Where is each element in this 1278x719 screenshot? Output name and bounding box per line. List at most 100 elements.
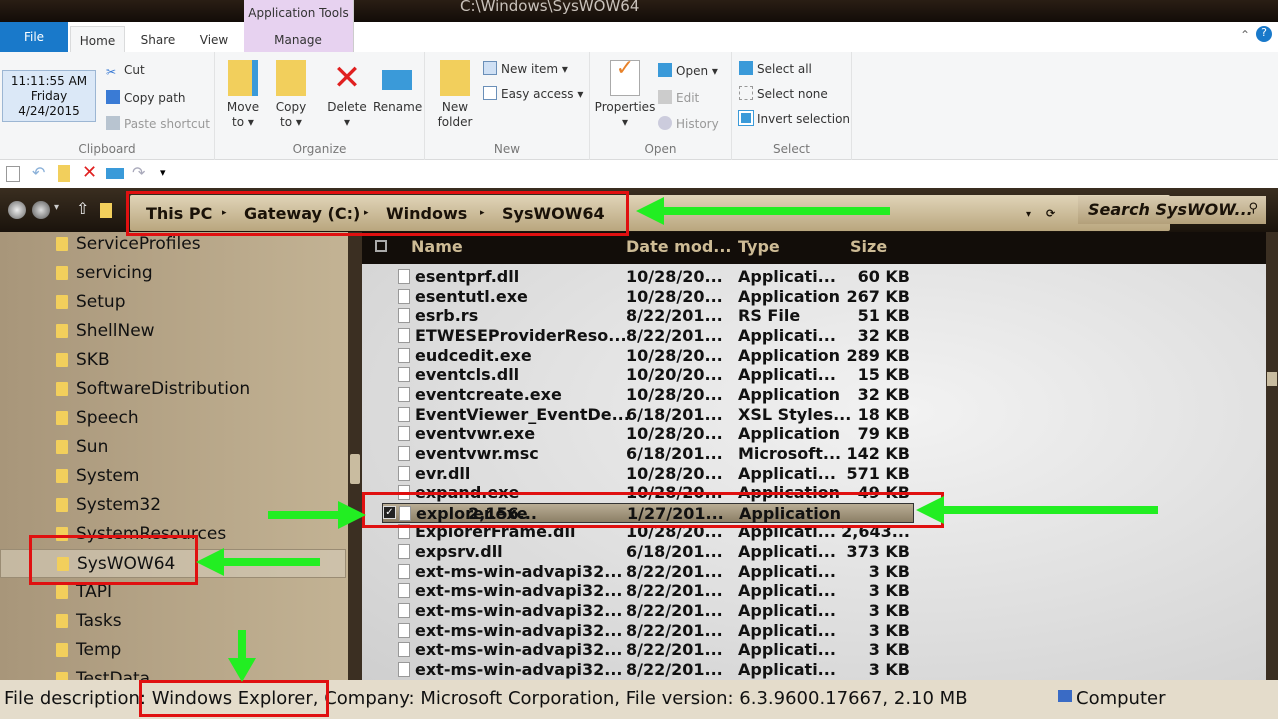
redo-icon[interactable]: ↷ (132, 163, 145, 182)
recent-dropdown-icon[interactable]: ▾ (54, 202, 59, 213)
properties-qat-icon[interactable] (6, 166, 20, 182)
up-arrow-icon[interactable]: ⇧ (76, 199, 89, 218)
tab-home[interactable]: Home (70, 26, 125, 52)
nav-item[interactable]: Sun (0, 433, 346, 462)
file-row[interactable]: ext-ms-win-advapi32... 8/22/201... Applica… (362, 601, 1266, 621)
search-icon[interactable]: ⚲ (1248, 201, 1258, 216)
nav-scroll-thumb[interactable] (350, 454, 360, 484)
nav-item[interactable]: ShellNew (0, 317, 346, 346)
file-row[interactable]: evr.dll 10/28/20... Applicati... 571 KB (362, 464, 1266, 484)
file-row[interactable]: eventcls.dll 10/20/20... Applicati... 15 KB (362, 365, 1266, 385)
list-scroll-thumb[interactable] (1267, 372, 1277, 386)
file-row[interactable]: EventViewer_EventDe... 6/18/201... XSL Sty… (362, 405, 1266, 425)
new-folder-qat-icon[interactable] (58, 165, 70, 182)
paste-shortcut-button[interactable]: Paste shortcut (106, 116, 210, 131)
undo-icon[interactable]: ↶ (32, 163, 45, 182)
nav-item[interactable]: Tasks (0, 607, 346, 636)
customize-qat-icon[interactable]: ▾ (160, 166, 166, 179)
tab-share[interactable]: Share (138, 26, 178, 52)
new-folder-button[interactable]: New folder (433, 60, 477, 130)
refresh-icon[interactable]: ⟳ (1046, 207, 1055, 220)
forward-icon[interactable] (32, 201, 50, 219)
column-date[interactable]: Date mod... (626, 237, 732, 256)
file-size: 3 KB (868, 561, 910, 581)
properties-icon: ✓ (610, 58, 640, 96)
file-row[interactable]: ext-ms-win-advapi32... 8/22/201... Applica… (362, 621, 1266, 641)
copy-path-button[interactable]: Copy path (106, 90, 186, 105)
file-row[interactable]: ext-ms-win-advapi32... 8/22/201... Applica… (362, 660, 1266, 680)
ribbon-tabs: File Home Share View Manage ⌃ ? (0, 22, 1278, 52)
file-size: 3 KB (868, 581, 910, 601)
file-type: Applicati... (738, 365, 836, 385)
column-size[interactable]: Size (850, 237, 887, 256)
file-date: 6/18/201... (626, 443, 723, 463)
history-button[interactable]: History (658, 116, 719, 131)
tab-file[interactable]: File (0, 22, 68, 52)
move-to-button[interactable]: Move to ▾ (223, 60, 263, 130)
file-row[interactable]: esrb.rs 8/22/201... RS File 51 KB (362, 306, 1266, 326)
file-row[interactable]: eventvwr.msc 6/18/201... Microsoft... 142 K… (362, 444, 1266, 464)
folder-icon (56, 353, 68, 367)
delete-qat-icon[interactable]: ✕ (82, 162, 97, 183)
copy-to-button[interactable]: Copy to ▾ (271, 60, 311, 130)
file-size: 373 KB (846, 542, 910, 562)
edit-button[interactable]: Edit (658, 90, 699, 105)
easy-access-button[interactable]: Easy access ▾ (483, 86, 583, 101)
nav-item[interactable]: Setup (0, 288, 346, 317)
nav-item[interactable]: Temp (0, 636, 346, 665)
nav-item[interactable]: System (0, 462, 346, 491)
column-type[interactable]: Type (738, 237, 780, 256)
properties-button[interactable]: ✓ Properties ▾ (594, 58, 656, 130)
file-date: 10/28/20... (626, 424, 723, 444)
nav-item[interactable]: Speech (0, 404, 346, 433)
delete-button[interactable]: ✕ Delete ▾ (327, 60, 367, 130)
file-row[interactable]: ext-ms-win-advapi32... 8/22/201... Applica… (362, 562, 1266, 582)
nav-item[interactable]: SKB (0, 346, 346, 375)
file-row[interactable]: ext-ms-win-advapi32... 8/22/201... Applica… (362, 640, 1266, 660)
rename-button[interactable]: Rename (373, 60, 422, 115)
nav-item[interactable]: servicing (0, 259, 346, 288)
nav-item[interactable]: SoftwareDistribution (0, 375, 346, 404)
select-none-button[interactable]: Select none (739, 86, 828, 101)
file-row[interactable]: ext-ms-win-advapi32... 8/22/201... Applica… (362, 581, 1266, 601)
easy-access-label: Easy access (501, 87, 574, 101)
file-row[interactable]: eventvwr.exe 10/28/20... Application 79 KB (362, 424, 1266, 444)
select-all-checkbox[interactable] (375, 240, 387, 252)
move-folder-icon (228, 60, 258, 96)
new-label: New (493, 142, 521, 156)
file-icon (398, 386, 410, 402)
nav-scrollbar[interactable] (348, 232, 362, 680)
help-icon[interactable]: ? (1256, 26, 1272, 42)
clock-time: 11:11:55 AM (10, 74, 88, 88)
address-dropdown-icon[interactable]: ▾ (1026, 209, 1031, 220)
file-icon (398, 308, 410, 324)
search-input[interactable]: Search SysWOW... ⚲ (1078, 196, 1266, 224)
folder-icon (56, 585, 68, 599)
invert-selection-button[interactable]: Invert selection (738, 110, 850, 126)
tab-view[interactable]: View (196, 26, 232, 52)
file-row[interactable]: eventcreate.exe 10/28/20... Application 32 … (362, 385, 1266, 405)
file-size: 3 KB (868, 620, 910, 640)
file-row[interactable]: esentutl.exe 10/28/20... Application 267 KB (362, 287, 1266, 307)
nav-item[interactable]: TestData (0, 665, 346, 680)
file-type: Applicati... (738, 542, 836, 562)
select-all-button[interactable]: Select all (739, 61, 812, 76)
file-row[interactable]: eudcedit.exe 10/28/20... Application 289 KB (362, 346, 1266, 366)
file-row[interactable]: expsrv.dll 6/18/201... Applicati... 373 KB (362, 542, 1266, 562)
file-row[interactable]: esentprf.dll 10/28/20... Applicati... 60 KB (362, 267, 1266, 287)
file-name: ext-ms-win-advapi32... (415, 581, 623, 601)
folder-icon (56, 411, 68, 425)
new-item-button[interactable]: New item ▾ (483, 61, 568, 76)
file-list-scrollbar[interactable] (1266, 232, 1278, 680)
cut-button[interactable]: ✂ Cut (106, 63, 145, 79)
collapse-ribbon-icon[interactable]: ⌃ (1240, 28, 1250, 42)
tab-manage-label[interactable]: Manage (268, 26, 328, 52)
open-button[interactable]: Open ▾ (658, 63, 718, 78)
file-row[interactable]: ETWESEProviderReso... 8/22/201... Applicat… (362, 326, 1266, 346)
rename-qat-icon[interactable] (106, 168, 124, 179)
back-icon[interactable] (8, 201, 26, 219)
nav-item[interactable]: ServiceProfiles (0, 232, 346, 259)
file-name: ext-ms-win-advapi32... (415, 561, 623, 581)
file-name: ext-ms-win-advapi32... (415, 601, 623, 621)
column-name[interactable]: Name (411, 237, 463, 256)
